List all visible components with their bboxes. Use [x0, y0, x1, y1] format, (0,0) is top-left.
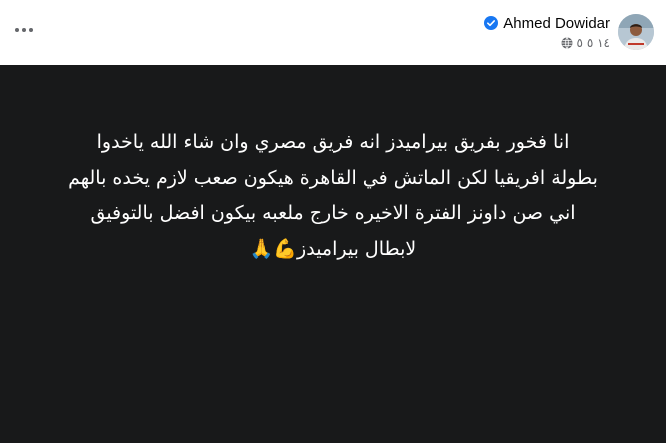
post-text-line: بطولة افريقيا لكن الماتش في القاهرة هيكو…	[68, 166, 598, 189]
post-text: انا فخور بفريق بيراميدز انه فريق مصري وا…	[20, 125, 646, 267]
post-text-line: اني صن داونز الفترة الاخيره خارج ملعبه ب…	[90, 202, 576, 224]
post-text-line: لابطال بيراميدز💪🙏	[249, 237, 417, 260]
more-dot	[29, 28, 33, 32]
verified-badge-icon	[484, 16, 499, 30]
more-dot	[22, 28, 26, 32]
post-meta: ١٤ ٥ ٥	[561, 35, 610, 51]
author-row: Ahmed Dowidar	[484, 13, 610, 33]
more-dot	[15, 28, 19, 32]
post-header: Ahmed Dowidar ١٤ ٥ ٥	[0, 0, 666, 65]
author-avatar[interactable]	[618, 14, 654, 50]
post-text-line: انا فخور بفريق بيراميدز انه فريق مصري وا…	[96, 131, 570, 153]
more-options-button[interactable]	[12, 20, 36, 40]
avatar-image	[618, 14, 654, 50]
post-timestamp[interactable]: ١٤ ٥ ٥	[577, 36, 610, 50]
globe-icon[interactable]	[561, 37, 573, 49]
author-name[interactable]: Ahmed Dowidar	[503, 15, 610, 32]
